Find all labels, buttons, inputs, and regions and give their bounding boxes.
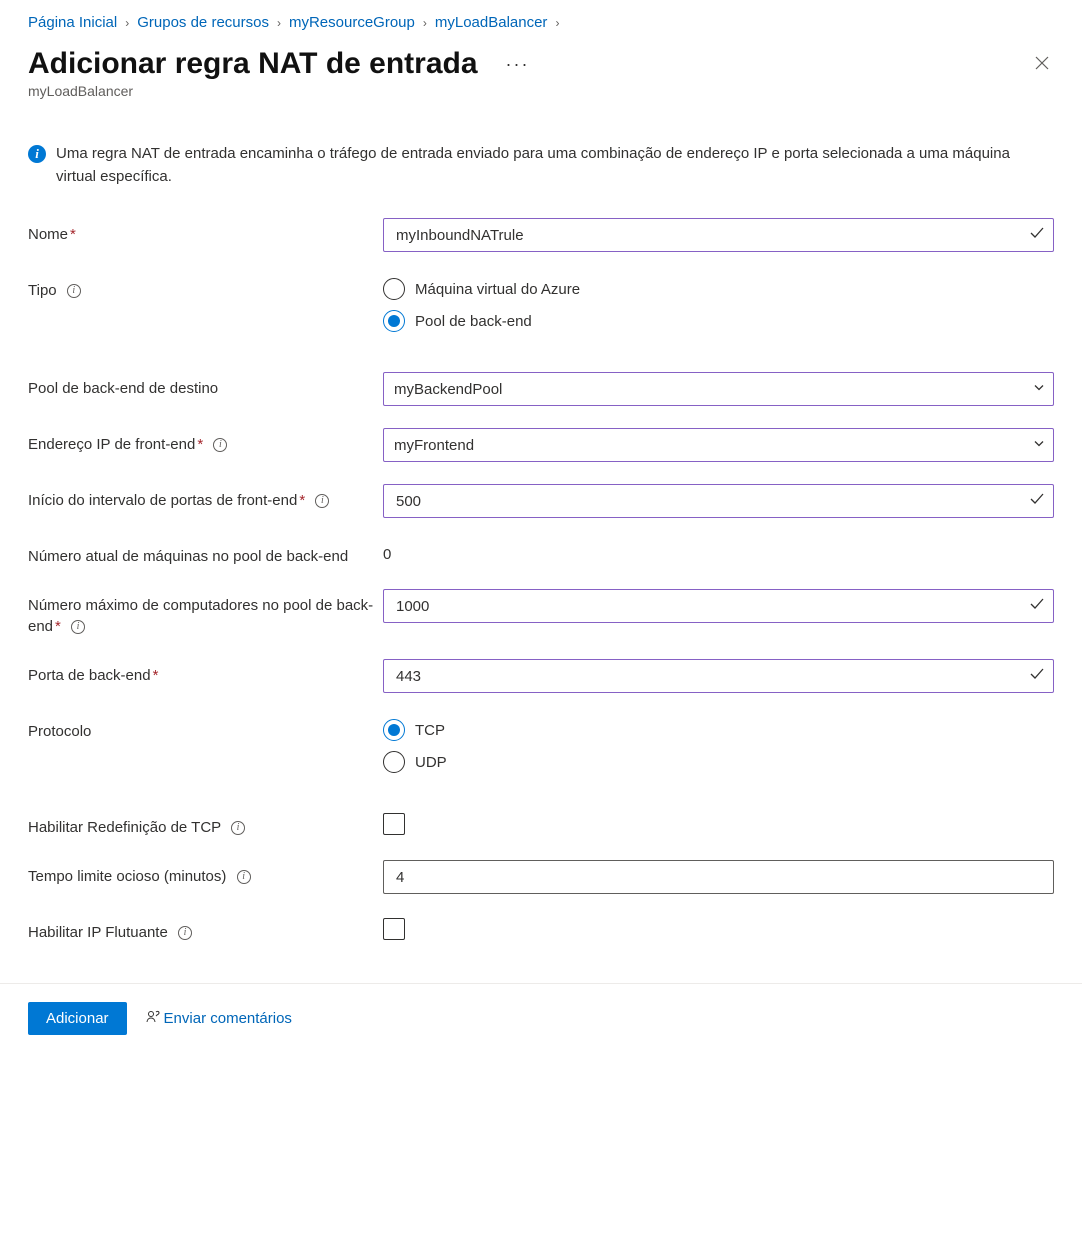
check-icon	[1029, 225, 1045, 245]
breadcrumb: Página Inicial › Grupos de recursos › my…	[28, 14, 1054, 31]
backend-pool-label: Pool de back-end de destino	[28, 372, 383, 399]
tcp-reset-checkbox[interactable]	[383, 813, 405, 835]
more-button[interactable]: ···	[498, 50, 538, 79]
port-range-start-label: Início do intervalo de portas de front-e…	[28, 484, 383, 511]
current-machines-value: 0	[383, 540, 1054, 563]
type-label: Tipo i	[28, 274, 383, 301]
protocol-label: Protocolo	[28, 715, 383, 742]
max-machines-label: Número máximo de computadores no pool de…	[28, 589, 383, 637]
help-icon[interactable]: i	[237, 870, 251, 884]
chevron-right-icon: ›	[125, 16, 129, 30]
info-box: i Uma regra NAT de entrada encaminha o t…	[28, 143, 1054, 188]
help-icon[interactable]: i	[71, 620, 85, 634]
breadcrumb-resource-groups[interactable]: Grupos de recursos	[137, 14, 269, 31]
page-title: Adicionar regra NAT de entrada	[28, 47, 478, 81]
page-header: Adicionar regra NAT de entrada ···	[28, 47, 1054, 81]
protocol-radio-udp[interactable]: UDP	[383, 751, 1054, 773]
backend-port-input[interactable]	[383, 659, 1054, 693]
feedback-link[interactable]: Enviar comentários	[145, 1009, 292, 1029]
breadcrumb-home[interactable]: Página Inicial	[28, 14, 117, 31]
check-icon	[1029, 491, 1045, 511]
type-radio-backend-pool[interactable]: Pool de back-end	[383, 310, 1054, 332]
idle-timeout-input[interactable]	[383, 860, 1054, 894]
help-icon[interactable]: i	[178, 926, 192, 940]
name-label: Nome*	[28, 218, 383, 245]
name-input[interactable]	[383, 218, 1054, 252]
frontend-ip-select[interactable]: myFrontend	[383, 428, 1054, 462]
frontend-ip-label: Endereço IP de front-end* i	[28, 428, 383, 455]
breadcrumb-resource-group[interactable]: myResourceGroup	[289, 14, 415, 31]
check-icon	[1029, 666, 1045, 686]
chevron-right-icon: ›	[423, 16, 427, 30]
port-range-start-input[interactable]	[383, 484, 1054, 518]
help-icon[interactable]: i	[67, 284, 81, 298]
current-machines-label: Número atual de máquinas no pool de back…	[28, 540, 383, 567]
idle-timeout-label: Tempo limite ocioso (minutos) i	[28, 860, 383, 887]
help-icon[interactable]: i	[315, 494, 329, 508]
close-button[interactable]	[1030, 51, 1054, 78]
feedback-icon	[145, 1009, 161, 1029]
chevron-right-icon: ›	[555, 16, 559, 30]
chevron-down-icon	[1033, 437, 1045, 454]
help-icon[interactable]: i	[231, 821, 245, 835]
chevron-down-icon	[1033, 381, 1045, 398]
tcp-reset-label: Habilitar Redefinição de TCP i	[28, 811, 383, 838]
help-icon[interactable]: i	[213, 438, 227, 452]
max-machines-input[interactable]	[383, 589, 1054, 623]
info-text: Uma regra NAT de entrada encaminha o trá…	[56, 143, 1054, 188]
protocol-radio-tcp[interactable]: TCP	[383, 719, 1054, 741]
footer: Adicionar Enviar comentários	[0, 983, 1082, 1059]
info-icon: i	[28, 145, 46, 163]
breadcrumb-load-balancer[interactable]: myLoadBalancer	[435, 14, 548, 31]
floating-ip-checkbox[interactable]	[383, 918, 405, 940]
add-button[interactable]: Adicionar	[28, 1002, 127, 1035]
check-icon	[1029, 596, 1045, 616]
backend-port-label: Porta de back-end*	[28, 659, 383, 686]
type-radio-vm[interactable]: Máquina virtual do Azure	[383, 278, 1054, 300]
backend-pool-select[interactable]: myBackendPool	[383, 372, 1054, 406]
chevron-right-icon: ›	[277, 16, 281, 30]
floating-ip-label: Habilitar IP Flutuante i	[28, 916, 383, 943]
close-icon	[1034, 55, 1050, 71]
page-subtitle: myLoadBalancer	[28, 83, 1054, 99]
